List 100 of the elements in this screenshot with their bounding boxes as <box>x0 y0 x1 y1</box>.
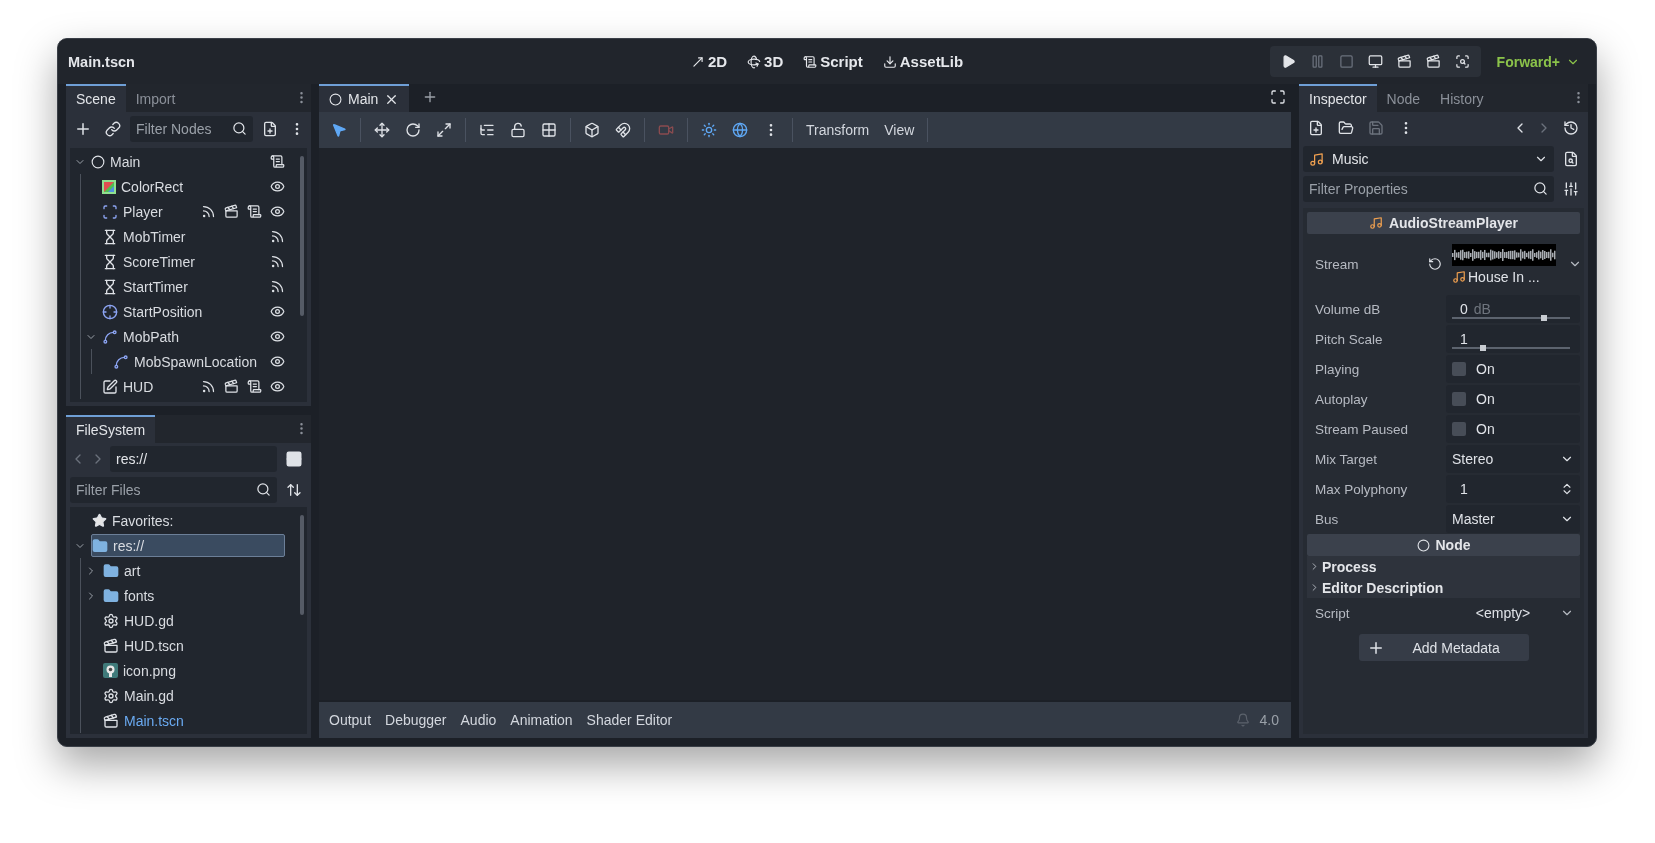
file-name[interactable]: Favorites: <box>112 512 174 529</box>
node-name[interactable]: ColorRect <box>121 178 184 195</box>
stream-name[interactable]: House In ... <box>1468 268 1540 285</box>
revert-icon[interactable] <box>1428 257 1442 271</box>
clapperboard-icon[interactable] <box>224 204 239 219</box>
slider-thumb[interactable] <box>1541 315 1548 321</box>
filter-field[interactable]: Filter Files <box>70 477 277 503</box>
file-name[interactable]: art <box>124 562 141 579</box>
link-icon[interactable] <box>105 121 121 137</box>
file-name[interactable]: HUD.tscn <box>124 637 184 654</box>
rotate-icon[interactable] <box>405 122 421 138</box>
eye-icon[interactable] <box>270 354 285 369</box>
main-screen-button[interactable]: 2D <box>688 51 730 72</box>
dropdown[interactable]: Stereo <box>1446 445 1580 473</box>
magnet-icon[interactable] <box>615 122 631 138</box>
eye-icon[interactable] <box>270 204 285 219</box>
eye-icon[interactable] <box>270 179 285 194</box>
filter-field[interactable]: Filter Nodes <box>130 116 253 142</box>
dock-tab[interactable]: Inspector <box>1299 84 1377 112</box>
bottom-panel-tab[interactable]: Shader Editor <box>580 708 679 732</box>
search-icon[interactable] <box>1533 181 1548 196</box>
script-icon[interactable] <box>270 154 285 169</box>
scale-icon[interactable] <box>436 122 452 138</box>
main-screen-button[interactable]: Script <box>801 51 865 72</box>
split-view-icon[interactable] <box>285 450 303 468</box>
add-script-icon[interactable] <box>262 121 278 137</box>
checkbox[interactable] <box>1452 392 1466 406</box>
number-field[interactable]: 1 <box>1446 475 1580 503</box>
dropdown[interactable]: Master <box>1446 505 1580 533</box>
eye-icon[interactable] <box>270 329 285 344</box>
file-name[interactable]: fonts <box>124 587 155 604</box>
dock-tab[interactable]: History <box>1430 84 1494 112</box>
add-metadata-button[interactable]: Add Metadata <box>1358 634 1529 661</box>
main-screen-button[interactable]: AssetLib <box>880 51 966 72</box>
bottom-panel-tab[interactable]: Debugger <box>379 708 453 732</box>
node-name[interactable]: ScoreTimer <box>123 253 195 270</box>
file-name[interactable]: Main.gd <box>124 687 174 704</box>
menu-button[interactable]: View <box>878 118 921 142</box>
search-icon[interactable] <box>232 121 247 136</box>
eye-icon[interactable] <box>270 304 285 319</box>
dock-tab[interactable]: FileSystem <box>66 415 156 443</box>
selected-row-highlight[interactable]: res:// <box>91 534 285 557</box>
file-name[interactable]: res:// <box>113 537 145 554</box>
cube-icon[interactable] <box>584 122 600 138</box>
value-slider[interactable]: 1 <box>1446 325 1580 353</box>
object-selector[interactable]: Music <box>1303 146 1554 172</box>
dock-tab[interactable]: Scene <box>66 84 126 112</box>
node-name[interactable]: Main <box>110 153 141 170</box>
checkbox[interactable] <box>1452 362 1466 376</box>
signal-icon[interactable] <box>270 279 285 294</box>
checkbox[interactable] <box>1452 422 1466 436</box>
signal-icon[interactable] <box>270 229 285 244</box>
node-name[interactable]: StartTimer <box>123 278 188 295</box>
bottom-panel-tab[interactable]: Audio <box>454 708 503 732</box>
clapperboard-icon[interactable] <box>224 379 239 394</box>
eye-icon[interactable] <box>270 379 285 394</box>
property-group[interactable]: Process <box>1307 556 1580 577</box>
add-icon[interactable] <box>74 120 92 138</box>
filter-field[interactable]: Filter Properties <box>1303 176 1554 202</box>
globe-icon[interactable] <box>732 122 748 138</box>
sliders-icon[interactable] <box>1563 181 1579 197</box>
file-name[interactable]: icon.png <box>123 662 176 679</box>
slider-thumb[interactable] <box>1479 345 1486 351</box>
node-name[interactable]: MobPath <box>123 328 180 345</box>
node-name[interactable]: MobSpawnLocation <box>134 353 257 370</box>
dock-tab[interactable]: Node <box>1376 84 1431 112</box>
node-name[interactable]: HUD <box>123 378 154 395</box>
file-name[interactable]: Main.tscn <box>124 712 184 729</box>
signal-icon[interactable] <box>201 204 216 219</box>
move-icon[interactable] <box>374 122 390 138</box>
monitor-icon[interactable] <box>1367 54 1383 69</box>
bottom-panel-tab[interactable]: Animation <box>504 708 579 732</box>
menu-button[interactable]: Transform <box>800 118 876 142</box>
sun-icon[interactable] <box>701 122 717 138</box>
doc-search-icon[interactable] <box>1563 151 1579 167</box>
scrollbar[interactable] <box>300 515 304 615</box>
clapperboard-icon[interactable] <box>1425 54 1441 69</box>
new-resource-icon[interactable] <box>1308 120 1324 136</box>
signal-icon[interactable] <box>270 254 285 269</box>
empty-resource[interactable]: <empty> <box>1475 605 1531 621</box>
path-field[interactable]: res:// <box>110 446 277 472</box>
pointer-icon[interactable] <box>331 122 347 138</box>
value-slider[interactable]: 0 dB <box>1446 295 1580 323</box>
dock-tab[interactable]: Import <box>125 84 186 112</box>
open-folder-icon[interactable] <box>1338 120 1354 136</box>
signal-icon[interactable] <box>201 379 216 394</box>
node-name[interactable]: StartPosition <box>123 303 203 320</box>
script-icon[interactable] <box>247 204 262 219</box>
lock-icon[interactable] <box>510 122 526 138</box>
main-screen-button[interactable]: 3D <box>745 51 786 72</box>
document-tab[interactable]: Main <box>319 84 410 112</box>
node-name[interactable]: MobTimer <box>123 228 186 245</box>
node-name[interactable]: Player <box>123 203 163 220</box>
clapperboard-icon[interactable] <box>1396 54 1412 69</box>
scan-search-icon[interactable] <box>1454 54 1470 69</box>
history-icon[interactable] <box>1563 120 1579 136</box>
bottom-panel-tab[interactable]: Output <box>323 708 378 732</box>
script-icon[interactable] <box>247 379 262 394</box>
property-group[interactable]: Editor Description <box>1307 577 1580 598</box>
save-icon[interactable] <box>1368 120 1384 136</box>
